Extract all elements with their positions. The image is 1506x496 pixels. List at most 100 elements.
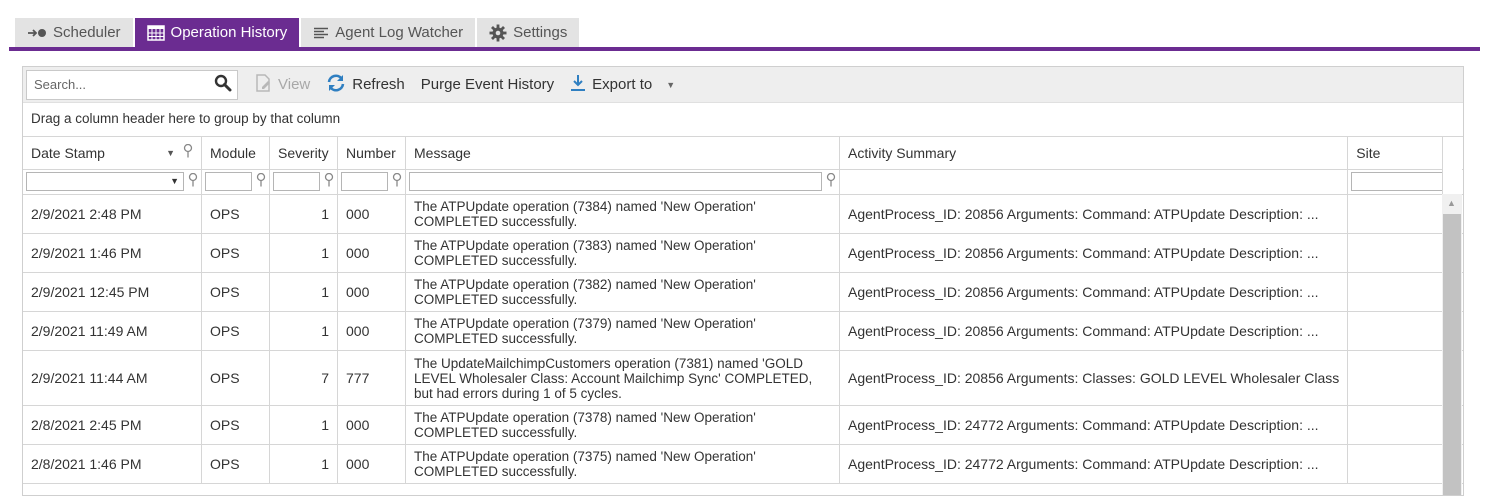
scroll-up-icon[interactable]: ▲ xyxy=(1447,198,1456,208)
gear-icon xyxy=(489,24,507,42)
cell-module: OPS xyxy=(201,233,270,273)
operation-history-panel: View Refresh Purge Event History Export … xyxy=(22,66,1464,496)
column-header-label: Date Stamp xyxy=(31,144,105,161)
cell-module: OPS xyxy=(201,194,270,234)
group-by-hint: Drag a column header here to group by th… xyxy=(23,103,1463,137)
cell-message: The UpdateMailchimpCustomers operation (… xyxy=(405,350,840,406)
table-row[interactable]: 2/9/2021 2:48 PM OPS 1 000 The ATPUpdate… xyxy=(23,194,1463,234)
filter-pin-icon[interactable] xyxy=(188,172,198,190)
cell-severity: 1 xyxy=(269,405,338,445)
date-filter-input[interactable]: ▼ xyxy=(26,172,184,191)
number-filter-input[interactable] xyxy=(341,172,388,191)
filter-pin-icon[interactable] xyxy=(392,172,402,190)
cell-module: OPS xyxy=(201,405,270,445)
tab-label: Operation History xyxy=(170,24,288,41)
search-input[interactable] xyxy=(32,76,202,93)
table-row[interactable]: 2/9/2021 12:45 PM OPS 1 000 The ATPUpdat… xyxy=(23,272,1463,312)
table-row[interactable]: 2/9/2021 1:46 PM OPS 1 000 The ATPUpdate… xyxy=(23,233,1463,273)
table-row[interactable]: 2/8/2021 1:46 PM OPS 1 000 The ATPUpdate… xyxy=(23,444,1463,484)
cell-severity: 1 xyxy=(269,272,338,312)
tab-label: Settings xyxy=(513,24,568,41)
cell-severity: 1 xyxy=(269,194,338,234)
cell-date: 2/8/2021 1:46 PM xyxy=(23,444,202,484)
filter-cell-severity xyxy=(269,169,338,195)
cell-date: 2/9/2021 12:45 PM xyxy=(23,272,202,312)
cell-number: 000 xyxy=(337,233,406,273)
sort-desc-icon[interactable]: ▼ xyxy=(166,148,175,158)
search-icon[interactable] xyxy=(214,74,232,95)
vertical-scrollbar[interactable]: ▲ xyxy=(1442,194,1462,495)
tab-label: Agent Log Watcher xyxy=(335,24,464,41)
cell-activity-summary: AgentProcess_ID: 20856 Arguments: Classe… xyxy=(838,350,1349,406)
column-header-date-stamp[interactable]: Date Stamp ▼ xyxy=(23,137,202,170)
cell-severity: 7 xyxy=(269,350,338,406)
message-filter-input[interactable] xyxy=(409,172,822,191)
tab-strip: Scheduler Operation History Agent Log Wa… xyxy=(15,18,580,47)
header-corner xyxy=(1442,137,1462,194)
scrollbar-thumb[interactable] xyxy=(1443,214,1461,495)
filter-cell-activity-summary xyxy=(838,169,1349,195)
filter-pin-icon[interactable] xyxy=(324,172,334,190)
tab-label: Scheduler xyxy=(53,24,121,41)
filter-pin-icon[interactable] xyxy=(183,144,193,161)
cell-date: 2/9/2021 2:48 PM xyxy=(23,194,202,234)
document-edit-icon xyxy=(254,73,272,96)
export-label: Export to xyxy=(592,76,653,93)
cell-number: 000 xyxy=(337,272,406,312)
cell-severity: 1 xyxy=(269,444,338,484)
filter-cell-number xyxy=(337,169,406,195)
cell-message: The ATPUpdate operation (7379) named 'Ne… xyxy=(405,311,840,351)
site-filter-input[interactable] xyxy=(1351,172,1449,191)
cell-module: OPS xyxy=(201,350,270,406)
cell-module: OPS xyxy=(201,311,270,351)
cell-activity-summary: AgentProcess_ID: 20856 Arguments: Comman… xyxy=(838,233,1349,273)
cell-activity-summary: AgentProcess_ID: 20856 Arguments: Comman… xyxy=(838,272,1349,312)
cell-date: 2/9/2021 1:46 PM xyxy=(23,233,202,273)
refresh-button[interactable]: Refresh xyxy=(318,70,413,100)
module-filter-input[interactable] xyxy=(205,172,252,191)
column-header-number[interactable]: Number xyxy=(337,137,406,170)
view-button[interactable]: View xyxy=(246,70,318,100)
cell-activity-summary: AgentProcess_ID: 20856 Arguments: Comman… xyxy=(838,311,1349,351)
filter-pin-icon[interactable] xyxy=(826,172,836,190)
tab-settings[interactable]: Settings xyxy=(477,18,580,47)
cell-number: 000 xyxy=(337,311,406,351)
search-box xyxy=(26,69,238,100)
filter-cell-message xyxy=(405,169,840,195)
refresh-icon xyxy=(326,73,346,96)
refresh-label: Refresh xyxy=(352,76,405,93)
table-row[interactable]: 2/9/2021 11:44 AM OPS 7 777 The UpdateMa… xyxy=(23,350,1463,406)
cell-number: 000 xyxy=(337,444,406,484)
column-header-module[interactable]: Module xyxy=(201,137,270,170)
cell-module: OPS xyxy=(201,272,270,312)
tab-agent-log-watcher[interactable]: Agent Log Watcher xyxy=(301,18,476,47)
tab-operation-history[interactable]: Operation History xyxy=(134,18,300,47)
severity-filter-input[interactable] xyxy=(273,172,320,191)
chevron-down-icon[interactable]: ▼ xyxy=(170,176,179,186)
column-header-activity-summary[interactable]: Activity Summary xyxy=(838,137,1349,170)
cell-activity-summary: AgentProcess_ID: 24772 Arguments: Comman… xyxy=(838,444,1349,484)
calendar-grid-icon xyxy=(146,24,165,41)
cell-number: 000 xyxy=(337,194,406,234)
export-to-button[interactable]: Export to ▼ xyxy=(562,70,683,100)
cell-message: The ATPUpdate operation (7375) named 'Ne… xyxy=(405,444,840,484)
table-row[interactable]: 2/8/2021 2:45 PM OPS 1 000 The ATPUpdate… xyxy=(23,405,1463,445)
view-label: View xyxy=(278,76,311,93)
arrow-to-dot-icon xyxy=(27,27,47,39)
filter-cell-date-stamp: ▼ xyxy=(23,169,202,195)
tab-underline xyxy=(9,47,1480,51)
cell-message: The ATPUpdate operation (7384) named 'Ne… xyxy=(405,194,840,234)
cell-module: OPS xyxy=(201,444,270,484)
cell-date: 2/9/2021 11:44 AM xyxy=(23,350,202,406)
filter-cell-module xyxy=(201,169,270,195)
column-header-message[interactable]: Message xyxy=(405,137,840,170)
cell-severity: 1 xyxy=(269,311,338,351)
filter-pin-icon[interactable] xyxy=(256,172,266,190)
cell-number: 000 xyxy=(337,405,406,445)
table-row[interactable]: 2/9/2021 11:49 AM OPS 1 000 The ATPUpdat… xyxy=(23,311,1463,351)
column-header-severity[interactable]: Severity xyxy=(269,137,338,170)
tab-scheduler[interactable]: Scheduler xyxy=(15,18,133,47)
purge-event-history-button[interactable]: Purge Event History xyxy=(413,70,562,100)
cell-message: The ATPUpdate operation (7383) named 'Ne… xyxy=(405,233,840,273)
chevron-down-icon[interactable]: ▼ xyxy=(666,80,675,90)
